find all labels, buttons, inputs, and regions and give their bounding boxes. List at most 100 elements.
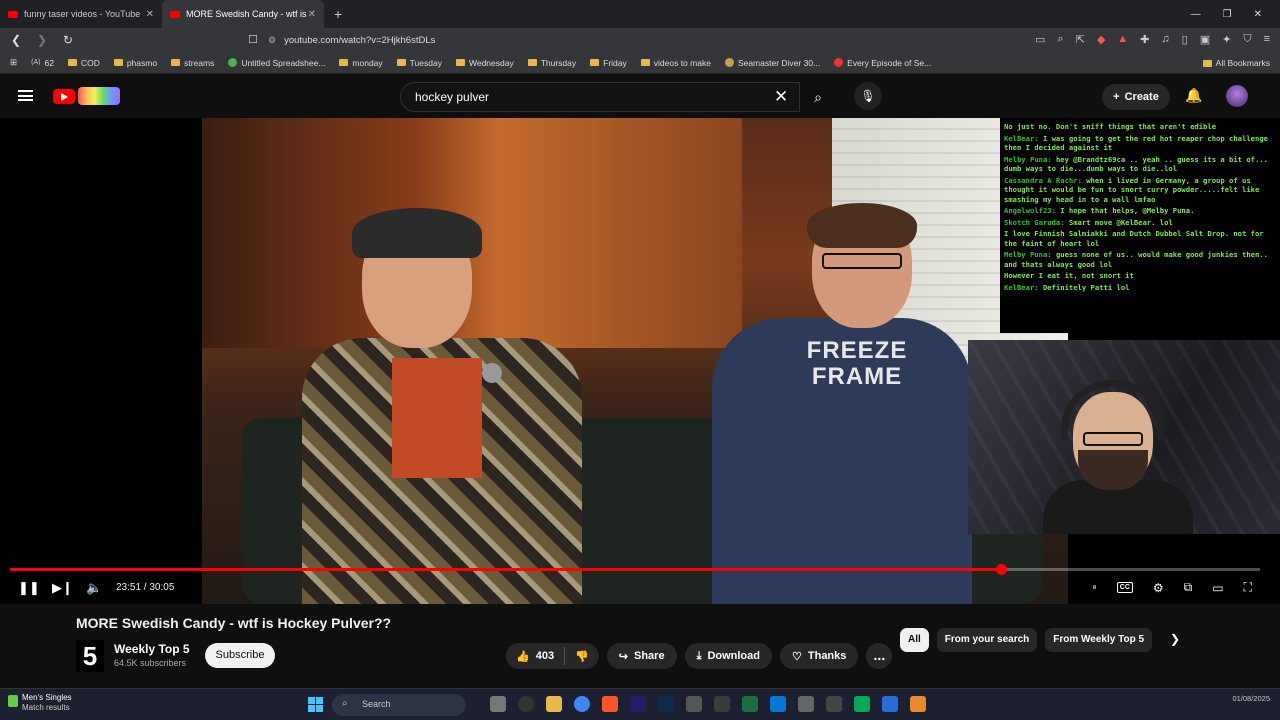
clear-search-icon[interactable]: ✕ [774,88,788,106]
chip-from-channel[interactable]: From Weekly Top 5 [1045,628,1153,652]
close-window-icon[interactable]: ✕ [1254,9,1262,20]
file-explorer-icon[interactable] [546,696,562,712]
windows-start-icon[interactable] [308,697,323,712]
channel-avatar[interactable]: 5 [76,640,104,672]
doodle-logo[interactable] [78,87,120,105]
share-button[interactable]: ↪ Share [606,643,677,669]
theater-mode-icon[interactable]: ▭ [1212,581,1223,595]
youtube-logo-icon[interactable] [53,89,75,104]
4k-app-icon[interactable] [686,696,702,712]
pause-icon[interactable]: ❚❚ [18,580,40,596]
back-icon[interactable]: ❮ [6,33,26,47]
wallet-icon[interactable]: ▣ [1200,33,1210,46]
bookmark-folder[interactable]: phasmo [113,58,157,68]
bookmark-folder[interactable]: monday [339,58,383,68]
bookmark-item[interactable]: (A) 62 [31,58,54,68]
leo-icon[interactable]: ✦ [1222,33,1231,46]
video-player[interactable]: FREEZE FRAME No just no. Don't sniff thin… [0,118,1280,604]
bookmark-item[interactable]: Every Episode of Se... [834,58,931,68]
address-bar-row: ❮ ❯ ↻ ☐ ⚙ youtube.com/watch?v=2Hjkh6stDL… [0,28,1280,52]
captions-icon[interactable]: CC [1116,582,1133,593]
next-icon[interactable]: ▶❙ [52,580,73,596]
bookmark-folder[interactable]: streams [171,58,214,68]
chrome-icon[interactable] [574,696,590,712]
hamburger-menu-icon[interactable] [18,90,33,101]
folder-icon [339,59,349,66]
news-widget[interactable]: Men's Singles Match results [8,693,72,713]
vlc-icon[interactable] [910,696,926,712]
menu-icon[interactable]: ≡ [1264,33,1270,46]
create-button[interactable]: + Create [1102,84,1170,110]
photoshop-icon[interactable] [658,696,674,712]
app-icon[interactable] [882,696,898,712]
bookmark-item[interactable]: Seamaster Diver 30... [724,58,820,68]
sidebar-icon[interactable]: ▯ [1182,33,1188,46]
taskbar-search[interactable]: ⌕ Search [332,694,466,716]
minimize-icon[interactable]: — [1191,9,1201,20]
close-tab-icon[interactable]: ✕ [308,9,316,20]
streamer [1043,380,1193,534]
channel-name[interactable]: Weekly Top 5 [114,642,190,656]
share-page-icon[interactable]: ⇱ [1076,33,1085,46]
outlook-icon[interactable] [770,696,786,712]
autoplay-toggle-icon[interactable]: ⏸ [1092,582,1097,593]
restore-icon[interactable]: ❐ [1223,9,1232,20]
settings-gear-icon[interactable]: ⚙ [1153,581,1164,595]
premiere-icon[interactable] [630,696,646,712]
app-icon[interactable] [854,696,870,712]
zoom-icon[interactable]: ⌕ [1057,33,1063,46]
search-input[interactable]: hockey pulver [400,82,800,112]
task-view-icon[interactable] [490,696,506,712]
bookmark-folder[interactable]: Wednesday [455,58,514,68]
bookmark-folder[interactable]: Friday [590,58,627,68]
download-button[interactable]: ⤓ Download [684,643,772,669]
brave-shield-icon[interactable]: ◆ [1097,33,1105,46]
vpn-icon[interactable]: ⛉ [1243,33,1251,46]
chevron-right-icon[interactable]: ❯ [1170,632,1180,646]
bookmark-item[interactable]: Untitled Spreadshee... [228,58,325,68]
search-button[interactable]: ⌕ [800,82,836,112]
like-button[interactable]: 👍 403 [506,643,564,669]
app-icon[interactable] [798,696,814,712]
site-info-icon[interactable]: ⚙ [268,35,276,46]
rewards-icon[interactable]: ▲ [1117,33,1128,46]
brave-icon[interactable] [602,696,618,712]
music-icon[interactable]: ♫ [1161,33,1169,46]
browser-tab[interactable]: funny taser videos - YouTube ✕ [0,0,162,28]
system-clock[interactable]: 01/08/2025 [1232,693,1270,704]
url-field[interactable]: ⚙ youtube.com/watch?v=2Hjkh6stDLs [268,32,988,48]
fullscreen-icon[interactable]: ⛶ [1244,580,1252,595]
browser-tab-active[interactable]: MORE Swedish Candy - wtf is ✕ [162,0,324,28]
thanks-button[interactable]: ♡ Thanks [780,643,859,669]
all-bookmarks[interactable]: All Bookmarks [1202,58,1270,68]
miniplayer-icon[interactable]: ⧉ [1184,580,1193,595]
chip-all[interactable]: All [900,628,929,652]
reload-icon[interactable]: ↻ [58,33,78,47]
obs-icon[interactable] [518,696,534,712]
progress-bar[interactable] [10,564,1260,575]
player-controls: ❚❚ ▶❙ 🔈 23:51 / 30:05 ⏸ CC ⚙ ⧉ ▭ ⛶ [0,576,1280,600]
volume-icon[interactable]: 🔈 [86,580,102,596]
dislike-button[interactable]: 👎 [565,643,599,669]
shirt-text-line: FREEZE [806,337,908,364]
bookmark-folder[interactable]: COD [67,58,100,68]
more-actions-button[interactable]: ... [866,643,893,669]
chip-from-your-search[interactable]: From your search [936,628,1038,652]
close-tab-icon[interactable]: ✕ [146,9,154,20]
install-icon[interactable]: ▭ [1035,33,1045,46]
forward-icon[interactable]: ❯ [32,33,52,47]
bookmark-icon[interactable]: ☐ [248,33,258,46]
app-icon[interactable] [826,696,842,712]
app-icon[interactable] [714,696,730,712]
subscribe-button[interactable]: Subscribe [205,643,275,668]
apps-icon[interactable]: ⊞ [10,57,17,68]
voice-search-icon[interactable]: 🎙 [854,82,882,110]
bookmark-folder[interactable]: Thursday [527,58,576,68]
notifications-bell-icon[interactable]: 🔔 [1185,87,1202,104]
bookmark-folder[interactable]: videos to make [640,58,711,68]
extensions-icon[interactable]: ✚ [1140,33,1149,46]
excel-icon[interactable] [742,696,758,712]
avatar[interactable] [1226,85,1248,107]
new-tab-icon[interactable]: + [334,6,342,22]
bookmark-folder[interactable]: Tuesday [396,58,442,68]
